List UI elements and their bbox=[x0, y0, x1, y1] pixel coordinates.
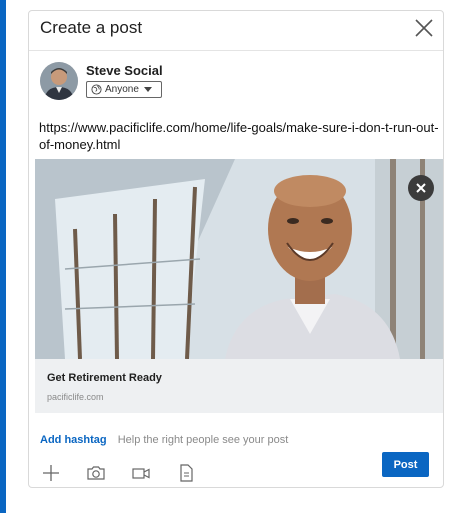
modal-title: Create a post bbox=[40, 18, 143, 37]
post-button[interactable]: Post bbox=[382, 452, 429, 477]
post-toolbar bbox=[40, 462, 240, 484]
plus-icon[interactable] bbox=[40, 462, 62, 484]
author-name: Steve Social bbox=[86, 63, 163, 78]
create-post-modal: Create a post Steve Social Anyone https:… bbox=[28, 10, 444, 488]
close-icon bbox=[416, 183, 426, 193]
add-hashtag-link[interactable]: Add hashtag bbox=[40, 434, 107, 446]
remove-preview-button[interactable] bbox=[408, 175, 434, 201]
video-icon[interactable] bbox=[130, 462, 152, 484]
link-preview-card[interactable]: Get Retirement Ready pacificlife.com bbox=[35, 159, 443, 413]
visibility-label: Anyone bbox=[105, 84, 139, 95]
close-icon[interactable] bbox=[413, 17, 435, 39]
left-accent-bar bbox=[0, 0, 6, 513]
modal-header: Create a post bbox=[29, 11, 443, 51]
preview-title: Get Retirement Ready bbox=[47, 372, 162, 384]
document-icon[interactable] bbox=[175, 462, 197, 484]
visibility-dropdown[interactable]: Anyone bbox=[86, 81, 162, 98]
hashtag-hint: Help the right people see your post bbox=[117, 434, 289, 446]
preview-domain: pacificlife.com bbox=[47, 392, 104, 402]
post-text[interactable]: https://www.pacificlife.com/home/life-go… bbox=[39, 119, 439, 153]
caret-down-icon bbox=[143, 86, 152, 92]
globe-icon bbox=[91, 84, 102, 95]
hashtag-row: Add hashtag Help the right people see yo… bbox=[40, 434, 288, 446]
preview-image bbox=[35, 159, 443, 359]
camera-icon[interactable] bbox=[85, 462, 107, 484]
avatar bbox=[40, 62, 78, 100]
